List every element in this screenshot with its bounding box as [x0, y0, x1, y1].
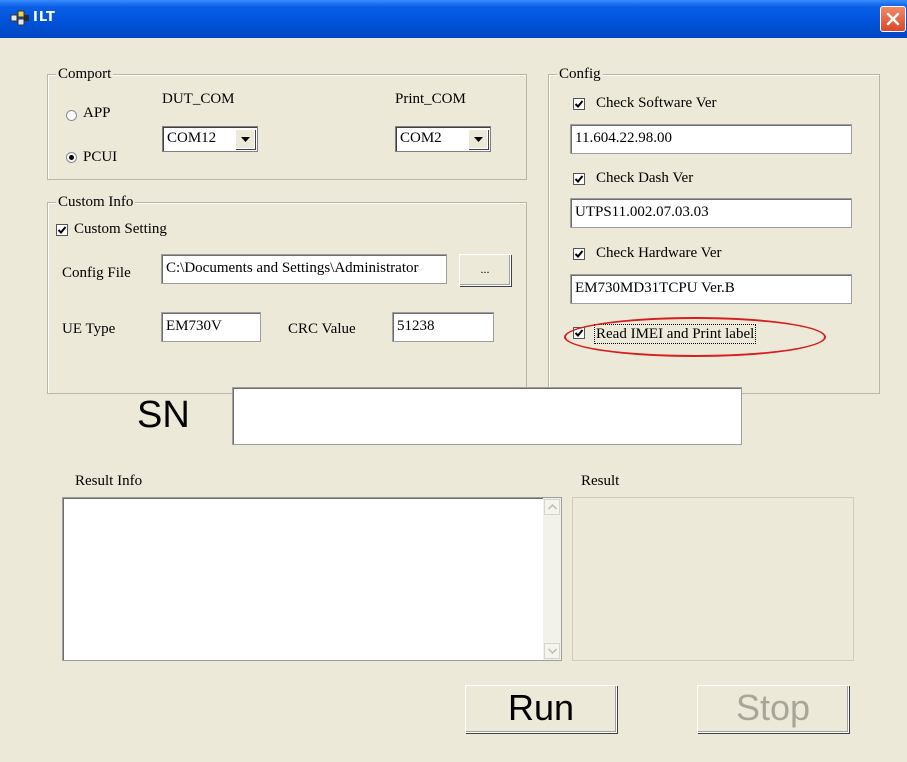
window-title: ILT [33, 10, 56, 25]
ue-type-field[interactable]: EM730V [161, 312, 261, 342]
ue-type-value: EM730V [166, 318, 222, 334]
app-icon [10, 9, 30, 27]
close-button[interactable] [880, 6, 906, 32]
close-icon [886, 12, 900, 26]
check-dash-label: Check Dash Ver [596, 170, 694, 186]
chevron-down-icon[interactable] [235, 129, 255, 149]
check-dash-checkbox[interactable] [573, 173, 585, 185]
dut-com-select[interactable]: COM12 [162, 126, 258, 152]
dut-com-value: COM12 [167, 130, 217, 146]
software-ver-value: 11.604.22.98.00 [575, 130, 672, 146]
crc-value-field[interactable]: 51238 [392, 312, 494, 342]
radio-pcui[interactable] [66, 152, 77, 163]
stop-button[interactable]: Stop [697, 685, 849, 733]
dash-ver-value: UTPS11.002.07.03.03 [575, 204, 709, 220]
config-group-label: Config [557, 65, 603, 83]
result-info-scrollbar[interactable] [543, 498, 561, 660]
radio-pcui-label: PCUI [83, 149, 118, 165]
result-info-textarea[interactable] [62, 497, 562, 661]
config-file-field[interactable]: C:\Documents and Settings\Administrator [161, 254, 447, 284]
run-button[interactable]: Run [465, 685, 617, 733]
checkmark-icon [574, 175, 584, 183]
ilt-window: ILT Comport APP PCUI DUT_COM COM12 Print… [0, 0, 907, 762]
checkmark-icon [574, 100, 584, 108]
crc-value-label: CRC Value [288, 321, 356, 337]
scroll-down-button[interactable] [544, 643, 560, 659]
radio-app-label: APP [83, 105, 111, 121]
check-hardware-label: Check Hardware Ver [596, 245, 722, 261]
result-label: Result [581, 473, 620, 489]
chevron-down-icon[interactable] [468, 129, 488, 149]
result-info-label: Result Info [75, 473, 143, 489]
print-com-select[interactable]: COM2 [395, 126, 491, 152]
config-file-label: Config File [62, 265, 131, 281]
check-software-label: Check Software Ver [596, 95, 717, 111]
checkmark-icon [574, 250, 584, 258]
window-content: Comport APP PCUI DUT_COM COM12 Print_COM… [7, 38, 905, 762]
scroll-up-button[interactable] [544, 499, 560, 515]
highlight-ellipse [564, 317, 826, 357]
ue-type-label: UE Type [62, 321, 116, 337]
crc-value: 51238 [397, 318, 435, 334]
dut-com-label: DUT_COM [162, 91, 235, 107]
software-ver-field[interactable]: 11.604.22.98.00 [570, 124, 852, 154]
hardware-ver-field[interactable]: EM730MD31TCPU Ver.B [570, 274, 852, 304]
sn-input[interactable] [232, 387, 742, 445]
title-bar[interactable]: ILT [0, 0, 907, 38]
chevron-up-icon [548, 504, 557, 510]
comport-group-label: Comport [56, 65, 114, 83]
print-com-label: Print_COM [395, 91, 466, 107]
checkmark-icon [57, 226, 67, 234]
custom-setting-label: Custom Setting [74, 221, 167, 237]
print-com-value: COM2 [400, 130, 442, 146]
custom-info-group-label: Custom Info [56, 193, 136, 211]
config-file-value: C:\Documents and Settings\Administrator [166, 260, 419, 276]
chevron-down-icon [548, 648, 557, 654]
custom-setting-checkbox[interactable] [56, 224, 68, 236]
radio-app[interactable] [66, 110, 77, 121]
sn-label: SN [137, 394, 190, 436]
check-hardware-checkbox[interactable] [573, 248, 585, 260]
hardware-ver-value: EM730MD31TCPU Ver.B [575, 280, 735, 296]
check-software-checkbox[interactable] [573, 98, 585, 110]
result-display [572, 497, 854, 661]
browse-button[interactable]: ... [459, 254, 511, 286]
dash-ver-field[interactable]: UTPS11.002.07.03.03 [570, 198, 852, 228]
